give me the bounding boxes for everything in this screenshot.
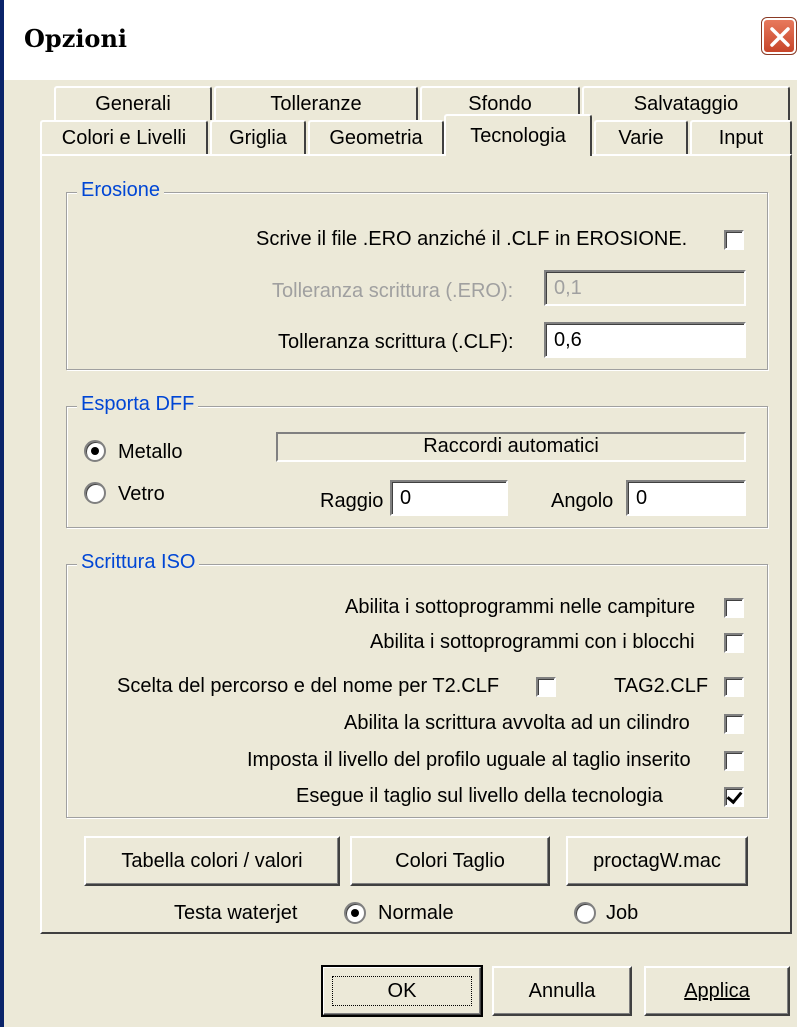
iso-option-label: TAG2.CLF xyxy=(614,675,709,697)
title-bar: Opzioni xyxy=(4,0,797,80)
annulla-button[interactable]: Annulla xyxy=(492,966,632,1016)
job-label: Job xyxy=(606,902,639,924)
tag2clf-checkbox[interactable] xyxy=(724,677,744,697)
scrittura-cilindro-checkbox[interactable] xyxy=(724,714,744,734)
tab-griglia[interactable]: Griglia xyxy=(210,120,306,154)
sottoprogrammi-blocchi-checkbox[interactable] xyxy=(724,633,744,653)
normale-radio[interactable] xyxy=(344,902,366,924)
tab-input[interactable]: Input xyxy=(690,120,792,154)
colori-taglio-button[interactable]: Colori Taglio xyxy=(350,836,550,886)
tab-geometria[interactable]: Geometria xyxy=(308,120,444,154)
proctag-mac-button[interactable]: proctagW.mac xyxy=(566,836,748,886)
vetro-radio[interactable] xyxy=(84,482,106,504)
close-icon xyxy=(770,27,790,47)
focus-rectangle xyxy=(332,976,472,1006)
raccordi-automatici-header: Raccordi automatici xyxy=(276,432,746,462)
iso-option-label: Scelta del percorso e del nome per T2.CL… xyxy=(117,675,500,697)
tab-varie[interactable]: Varie xyxy=(594,120,688,154)
tol-ero-label: Tolleranza scrittura (.ERO): xyxy=(272,280,514,302)
metallo-radio[interactable] xyxy=(84,440,106,462)
job-radio[interactable] xyxy=(574,902,596,924)
tab-colori-e-livelli[interactable]: Colori e Livelli xyxy=(40,120,208,154)
tab-tolleranze[interactable]: Tolleranze xyxy=(214,86,418,120)
iso-option-label: Esegue il taglio sul livello della tecno… xyxy=(296,785,663,807)
write-ero-checkbox[interactable] xyxy=(724,230,744,250)
group-title-scrittura-iso: Scrittura ISO xyxy=(77,551,200,574)
tol-ero-input[interactable]: 0,1 xyxy=(544,270,746,306)
tol-clf-input[interactable]: 0,6 xyxy=(544,322,746,358)
group-title-esporta-dff: Esporta DFF xyxy=(77,393,199,416)
close-button[interactable] xyxy=(761,17,797,55)
applica-label: Applica xyxy=(684,980,750,1002)
taglio-livello-tecnologia-checkbox[interactable] xyxy=(724,787,744,807)
tol-clf-label: Tolleranza scrittura (.CLF): xyxy=(278,331,514,353)
write-ero-label: Scrive il file .ERO anziché il .CLF in E… xyxy=(256,228,688,250)
metallo-label: Metallo xyxy=(118,441,183,463)
percorso-t2clf-checkbox[interactable] xyxy=(536,677,556,697)
angolo-label: Angolo xyxy=(551,490,614,512)
testa-waterjet-label: Testa waterjet xyxy=(174,902,298,924)
tab-generali[interactable]: Generali xyxy=(54,86,212,120)
raggio-label: Raggio xyxy=(320,490,384,512)
livello-profilo-checkbox[interactable] xyxy=(724,751,744,771)
normale-label: Normale xyxy=(378,902,454,924)
window-title: Opzioni xyxy=(24,24,128,53)
iso-option-label: Abilita la scrittura avvolta ad un cilin… xyxy=(344,712,690,734)
sottoprogrammi-campiture-checkbox[interactable] xyxy=(724,598,744,618)
ok-button[interactable]: OK xyxy=(321,965,483,1017)
tab-salvataggio[interactable]: Salvataggio xyxy=(582,86,790,120)
iso-option-label: Abilita i sottoprogrammi nelle campiture xyxy=(345,596,696,618)
group-title-erosione: Erosione xyxy=(77,179,164,202)
tab-tecnologia[interactable]: Tecnologia xyxy=(444,114,592,156)
tabella-colori-valori-button[interactable]: Tabella colori / valori xyxy=(84,836,340,886)
applica-button[interactable]: Applica xyxy=(644,966,790,1016)
options-dialog: Opzioni Generali Tolleranze Sfondo Salva… xyxy=(0,0,797,1027)
iso-option-label: Imposta il livello del profilo uguale al… xyxy=(247,749,691,771)
angolo-input[interactable]: 0 xyxy=(626,480,746,516)
vetro-label: Vetro xyxy=(118,483,165,505)
raggio-input[interactable]: 0 xyxy=(390,480,508,516)
iso-option-label: Abilita i sottoprogrammi con i blocchi xyxy=(370,631,695,653)
